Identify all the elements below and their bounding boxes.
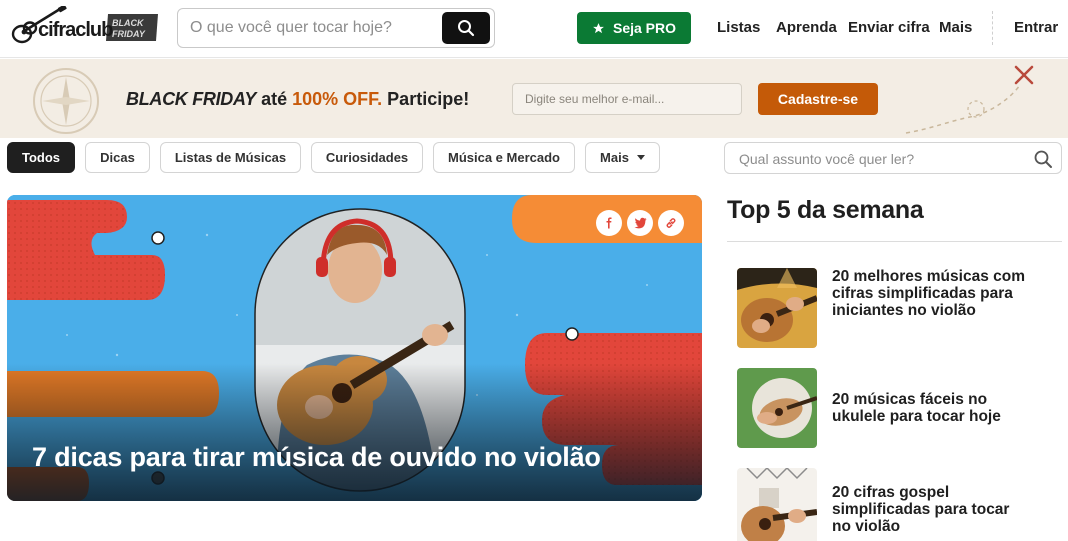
seja-pro-label: Seja PRO <box>612 20 677 36</box>
category-dicas[interactable]: Dicas <box>85 142 150 173</box>
title-line: 20 cifras gospel <box>832 484 950 501</box>
top5-divider <box>727 241 1062 242</box>
title-line: iniciantes no violão <box>832 302 976 319</box>
black-friday-banner: BLACK FRIDAY até 100% OFF. Participe! Ca… <box>0 59 1068 138</box>
category-listas-de-musicas[interactable]: Listas de Músicas <box>160 142 301 173</box>
topic-search-box <box>724 142 1062 174</box>
category-musica-e-mercado[interactable]: Música e Mercado <box>433 142 575 173</box>
title-line: 20 músicas fáceis no <box>832 391 988 408</box>
twitter-icon <box>634 217 646 229</box>
title-line: 20 melhores músicas com <box>832 268 1025 285</box>
cadastre-se-label: Cadastre-se <box>777 91 859 107</box>
search-icon <box>458 20 475 37</box>
svg-text:FRIDAY: FRIDAY <box>112 29 146 39</box>
treasure-map-icon <box>905 65 1034 134</box>
share-link[interactable] <box>658 210 684 236</box>
top5-item-title: 20 músicas fáceis no ukulele para tocar … <box>832 391 1062 425</box>
cifraclub-logo[interactable]: BLACK FRIDAY cifraclub <box>8 4 160 50</box>
svg-text:BLACK: BLACK <box>112 18 145 28</box>
top5-item[interactable]: 20 melhores músicas com cifras simplific… <box>737 268 1062 348</box>
promo-ate: até <box>261 89 288 109</box>
nav-aprenda[interactable]: Aprenda <box>776 19 837 36</box>
share-twitter[interactable] <box>627 210 653 236</box>
topic-search-input[interactable] <box>739 149 1019 169</box>
compass-icon <box>33 68 99 134</box>
nav-listas[interactable]: Listas <box>717 19 760 36</box>
category-mais-dropdown[interactable]: Mais <box>585 142 660 173</box>
featured-article-card[interactable]: 7 dicas para tirar música de ouvido no v… <box>7 195 702 501</box>
search-button[interactable] <box>442 12 490 44</box>
site-header: BLACK FRIDAY cifraclub Seja PRO Listas A… <box>0 0 1068 58</box>
category-curiosidades[interactable]: Curiosidades <box>311 142 423 173</box>
promo-black-friday: BLACK FRIDAY <box>126 89 257 109</box>
article-thumbnail <box>737 468 817 541</box>
logo-wordmark: cifraclub <box>38 19 113 41</box>
login-link[interactable]: Entrar <box>1014 19 1058 36</box>
share-facebook[interactable] <box>596 210 622 236</box>
nav-divider <box>992 11 993 45</box>
nav-enviar-cifra[interactable]: Enviar cifra <box>848 19 930 36</box>
guitar-photo-icon <box>737 468 817 541</box>
article-thumbnail <box>737 268 817 348</box>
title-line: ukulele para tocar hoje <box>832 408 1001 425</box>
title-line: no violão <box>832 518 901 535</box>
link-icon <box>666 218 676 228</box>
song-search-input[interactable] <box>190 17 440 39</box>
top5-heading: Top 5 da semana <box>727 196 924 224</box>
promo-email-input[interactable] <box>512 83 742 115</box>
top5-item[interactable]: 20 músicas fáceis no ukulele para tocar … <box>737 368 1062 448</box>
song-search-box <box>177 8 495 48</box>
featured-article-title[interactable]: 7 dicas para tirar música de ouvido no v… <box>32 442 692 473</box>
search-icon[interactable] <box>1033 149 1053 169</box>
nav-mais[interactable]: Mais <box>939 19 972 36</box>
category-todos[interactable]: Todos <box>7 142 75 173</box>
cadastre-se-button[interactable]: Cadastre-se <box>758 83 878 115</box>
guitar-photo-icon <box>737 268 817 348</box>
top5-item[interactable]: 20 cifras gospel simplificadas para toca… <box>737 468 1062 541</box>
top5-item-title: 20 cifras gospel simplificadas para toca… <box>832 484 1062 535</box>
seja-pro-button[interactable]: Seja PRO <box>577 12 691 44</box>
top5-item-title: 20 melhores músicas com cifras simplific… <box>832 268 1062 319</box>
title-line: simplificadas para tocar <box>832 501 1010 518</box>
promo-headline: BLACK FRIDAY até 100% OFF. Participe! <box>126 89 469 110</box>
caret-down-icon <box>636 155 645 160</box>
ukulele-photo-icon <box>737 368 817 448</box>
facebook-icon <box>606 217 612 229</box>
promo-participe: Participe! <box>387 89 470 109</box>
promo-offer: 100% OFF. <box>292 89 383 109</box>
article-thumbnail <box>737 368 817 448</box>
title-line: cifras simplificadas para <box>832 285 1013 302</box>
category-mais-label: Mais <box>600 150 629 165</box>
star-icon <box>593 22 604 33</box>
